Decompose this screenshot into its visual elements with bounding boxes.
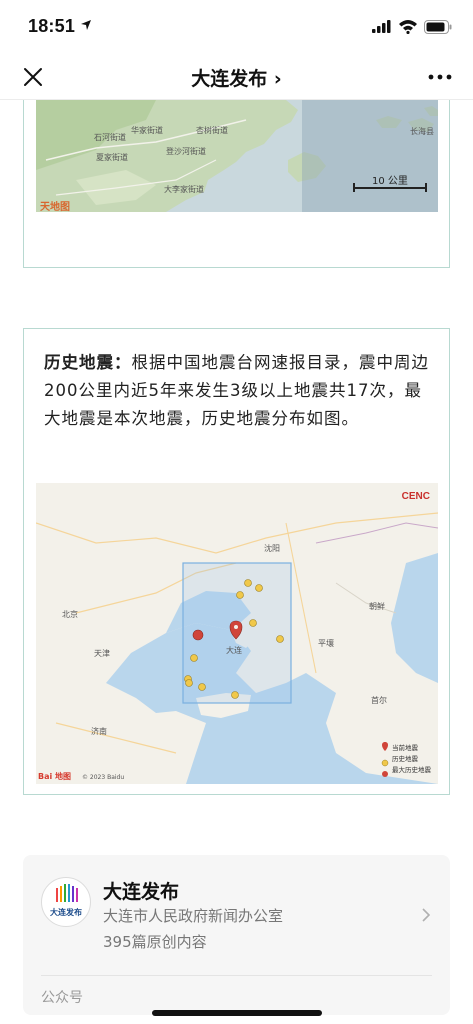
city-label: 济南: [91, 727, 107, 736]
nav-bar: 大连发布 ›: [0, 54, 473, 100]
history-quake-heading: 历史地震：: [44, 353, 132, 372]
status-bar: 18:51: [0, 0, 473, 54]
wifi-icon: [399, 20, 417, 34]
divider: [41, 975, 432, 976]
cellular-signal-icon: [372, 20, 391, 33]
map-label: 华家街道: [131, 126, 163, 135]
avatar-text: 大连发布: [50, 908, 82, 917]
account-card[interactable]: 大连发布 大连发布 大连市人民政府新闻办公室 395篇原创内容 公众号: [23, 855, 450, 1015]
nav-title[interactable]: 大连发布 ›: [0, 64, 473, 91]
map-label: 杏树街道: [196, 126, 228, 135]
account-type-label: 公众号: [41, 990, 83, 1006]
city-label: 平壤: [318, 639, 334, 648]
map-card-top: 华家街道 石河街道 杏树街道 长海县 登沙河街道 夏家街道 大李家街道 10 公…: [23, 100, 450, 268]
battery-icon: [424, 20, 452, 34]
map-label: 大李家街道: [164, 185, 204, 194]
city-label: 大连: [226, 646, 242, 655]
account-article-count: 395篇原创内容: [103, 933, 207, 951]
epicenter-map-image: 华家街道 石河街道 杏树街道 长海县 登沙河街道 夏家街道 大李家街道 10 公…: [36, 100, 438, 212]
map-label: 石河街道: [94, 133, 126, 142]
tianditu-watermark: 天地图: [40, 202, 70, 212]
account-name: 大连发布: [103, 881, 180, 903]
account-avatar[interactable]: 大连发布: [41, 877, 91, 927]
legend-current-quake: 当前地震: [392, 743, 418, 752]
city-label: 首尔: [371, 696, 387, 705]
city-label: 天津: [94, 649, 110, 658]
map-label: 登沙河街道: [166, 147, 206, 156]
map-legend: 当前地震 历史地震 最大历史地震: [381, 741, 436, 774]
history-quake-paragraph: 历史地震：根据中国地震台网速报目录，震中周边200公里内近5年来发生3级以上地震…: [44, 349, 436, 433]
chevron-right-icon[interactable]: [421, 907, 431, 923]
home-indicator[interactable]: [152, 1010, 322, 1016]
history-quake-card: 历史地震：根据中国地震台网速报目录，震中周边200公里内近5年来发生3级以上地震…: [23, 328, 450, 795]
map-copyright: © 2023 Baidu: [82, 774, 125, 781]
city-label: 朝鲜: [369, 602, 385, 611]
more-icon[interactable]: [428, 74, 452, 80]
city-label: 北京: [62, 610, 78, 619]
location-arrow-icon: [81, 20, 91, 30]
map-label: 长海县: [410, 127, 434, 136]
map-label: 夏家街道: [96, 153, 128, 162]
cenc-logo: CENC: [401, 491, 430, 502]
legend-historical-quake: 历史地震: [392, 754, 418, 763]
city-label: 沈阳: [264, 544, 280, 553]
legend-max-historical-quake: 最大历史地震: [392, 765, 431, 774]
history-quake-map-image: CENC 沈阳 北京 天津 济南 朝鲜 平壤 首尔 大连 当前地震 历史地震 最…: [36, 483, 438, 784]
account-org: 大连市人民政府新闻办公室: [103, 907, 284, 925]
baidu-map-logo: Bai 地图: [38, 772, 72, 781]
map-scale-label: 10 公里: [372, 176, 408, 187]
status-time: 18:51: [28, 16, 76, 36]
